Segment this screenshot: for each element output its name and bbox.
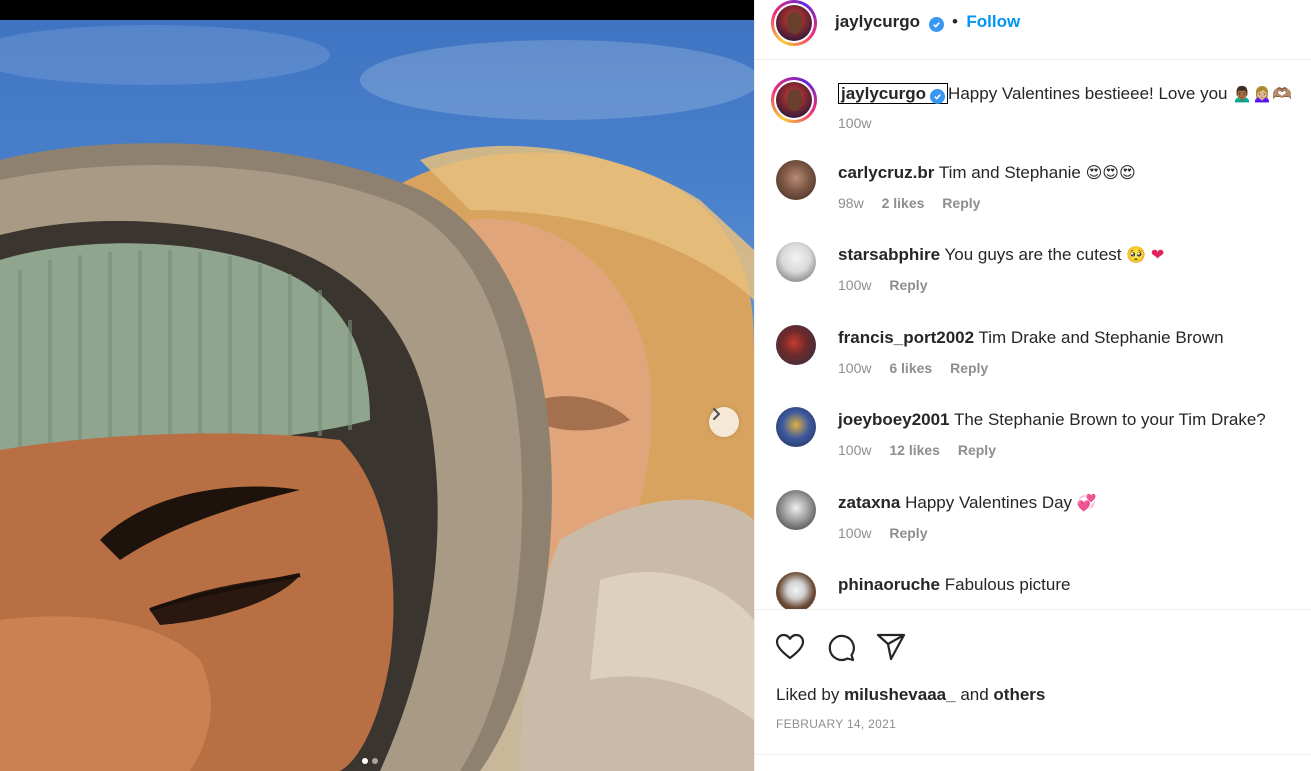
comment-age: 100w xyxy=(838,360,872,376)
liked-by-summary: Liked by milushevaaa_ and others xyxy=(776,685,1045,705)
post-details-panel: jaylycurgo • Follow jaylycurgo Happy Vale… xyxy=(754,0,1311,771)
commenter-avatar[interactable] xyxy=(776,407,816,447)
comments-list[interactable]: jaylycurgo Happy Valentines bestieee! Lov… xyxy=(755,61,1311,609)
caption-emojis: 🙍🏾‍♂️🙍🏼‍♀️🫶🏽 xyxy=(1232,84,1292,103)
comment-text: Happy Valentines Day xyxy=(905,493,1073,512)
reply-button[interactable]: Reply xyxy=(889,525,927,541)
caption-avatar[interactable] xyxy=(771,77,817,123)
carousel-indicator xyxy=(362,758,378,764)
media-top-bar xyxy=(0,0,754,20)
verified-badge-icon xyxy=(928,17,944,32)
commenter-username[interactable]: zataxna xyxy=(838,493,900,512)
comment-item: joeyboey2001 The Stephanie Brown to your… xyxy=(755,404,1311,474)
commenter-username[interactable]: joeyboey2001 xyxy=(838,410,950,429)
post-header: jaylycurgo • Follow xyxy=(755,0,1311,60)
commenter-avatar[interactable] xyxy=(776,572,816,609)
comment-text: The Stephanie Brown to your Tim Drake? xyxy=(953,410,1266,429)
liked-by-prefix: Liked by xyxy=(776,685,840,704)
comment-likes[interactable]: 2 likes xyxy=(882,195,925,211)
post-media xyxy=(0,0,754,771)
comment-text: You guys are the cutest xyxy=(944,245,1122,264)
comment-emoji: 😍😍😍 xyxy=(1085,163,1136,182)
carousel-next-button[interactable] xyxy=(709,407,739,437)
comment-likes[interactable]: 12 likes xyxy=(889,442,940,458)
comment-item: starsabphire You guys are the cutest 🥺 ❤… xyxy=(755,239,1311,309)
comment-emoji: 🥺 xyxy=(1126,245,1147,264)
heart-icon[interactable] xyxy=(775,633,805,661)
liked-by-and: and xyxy=(960,685,989,704)
heart-emoji: ❤ xyxy=(1150,245,1165,264)
carousel-dot-1 xyxy=(362,758,368,764)
commenter-username[interactable]: starsabphire xyxy=(838,245,940,264)
commenter-username[interactable]: francis_port2002 xyxy=(838,328,974,347)
commenter-avatar[interactable] xyxy=(776,160,816,200)
comment-meta: 100w Reply xyxy=(838,525,941,541)
reply-button[interactable]: Reply xyxy=(942,195,980,211)
comment-age: 100w xyxy=(838,525,872,541)
reply-button[interactable]: Reply xyxy=(950,360,988,376)
comment-item: phinaoruche Fabulous picture xyxy=(755,569,1311,609)
comment-item: carlycruz.br Tim and Stephanie 😍😍😍 98w 2… xyxy=(755,157,1311,227)
follow-button[interactable]: Follow xyxy=(966,12,1020,31)
comment-item: francis_port2002 Tim Drake and Stephanie… xyxy=(755,322,1311,392)
carousel-dot-2 xyxy=(372,758,378,764)
post-caption: jaylycurgo Happy Valentines bestieee! Lov… xyxy=(755,75,1311,145)
selfie-illustration xyxy=(0,25,754,771)
caption-username[interactable]: jaylycurgo xyxy=(841,84,926,103)
separator-dot: • xyxy=(951,12,958,31)
comment-age: 100w xyxy=(838,442,872,458)
caption-username-link[interactable]: jaylycurgo xyxy=(838,83,949,104)
comment-text: Fabulous picture xyxy=(944,575,1071,594)
comment-text: Tim Drake and Stephanie Brown xyxy=(978,328,1224,347)
post-photo xyxy=(0,20,754,771)
liked-by-user[interactable]: milushevaaa_ xyxy=(844,685,956,704)
commenter-avatar[interactable] xyxy=(776,242,816,282)
post-date[interactable]: FEBRUARY 14, 2021 xyxy=(776,717,896,731)
comment-item: zataxna Happy Valentines Day 💞 100w Repl… xyxy=(755,487,1311,557)
comment-icon[interactable] xyxy=(826,633,856,663)
comment-meta: 100w Reply xyxy=(838,277,941,293)
comment-age: 100w xyxy=(838,277,872,293)
author-avatar[interactable] xyxy=(771,0,817,46)
comment-meta: 100w 12 likes Reply xyxy=(838,442,1010,458)
commenter-avatar[interactable] xyxy=(776,325,816,365)
commenter-avatar[interactable] xyxy=(776,490,816,530)
comment-emoji: 💞 xyxy=(1076,493,1097,512)
post-actions: Liked by milushevaaa_ and others FEBRUAR… xyxy=(755,609,1311,771)
chevron-right-icon xyxy=(713,408,720,420)
caption-meta: 100w xyxy=(838,115,885,131)
caption-age: 100w xyxy=(838,115,872,131)
divider xyxy=(755,754,1311,755)
paper-plane-icon[interactable] xyxy=(876,633,906,661)
comment-text: Tim and Stephanie xyxy=(938,163,1081,182)
comment-meta: 100w 6 likes Reply xyxy=(838,360,1002,376)
author-username[interactable]: jaylycurgo xyxy=(835,12,920,31)
commenter-username[interactable]: phinaoruche xyxy=(838,575,940,594)
reply-button[interactable]: Reply xyxy=(889,277,927,293)
comment-age: 98w xyxy=(838,195,864,211)
verified-badge-icon xyxy=(930,89,946,104)
caption-text: Happy Valentines bestieee! Love you xyxy=(948,84,1228,103)
comment-meta: 98w 2 likes Reply xyxy=(838,195,994,211)
reply-button[interactable]: Reply xyxy=(958,442,996,458)
comment-likes[interactable]: 6 likes xyxy=(889,360,932,376)
liked-by-others[interactable]: others xyxy=(993,685,1045,704)
commenter-username[interactable]: carlycruz.br xyxy=(838,163,934,182)
